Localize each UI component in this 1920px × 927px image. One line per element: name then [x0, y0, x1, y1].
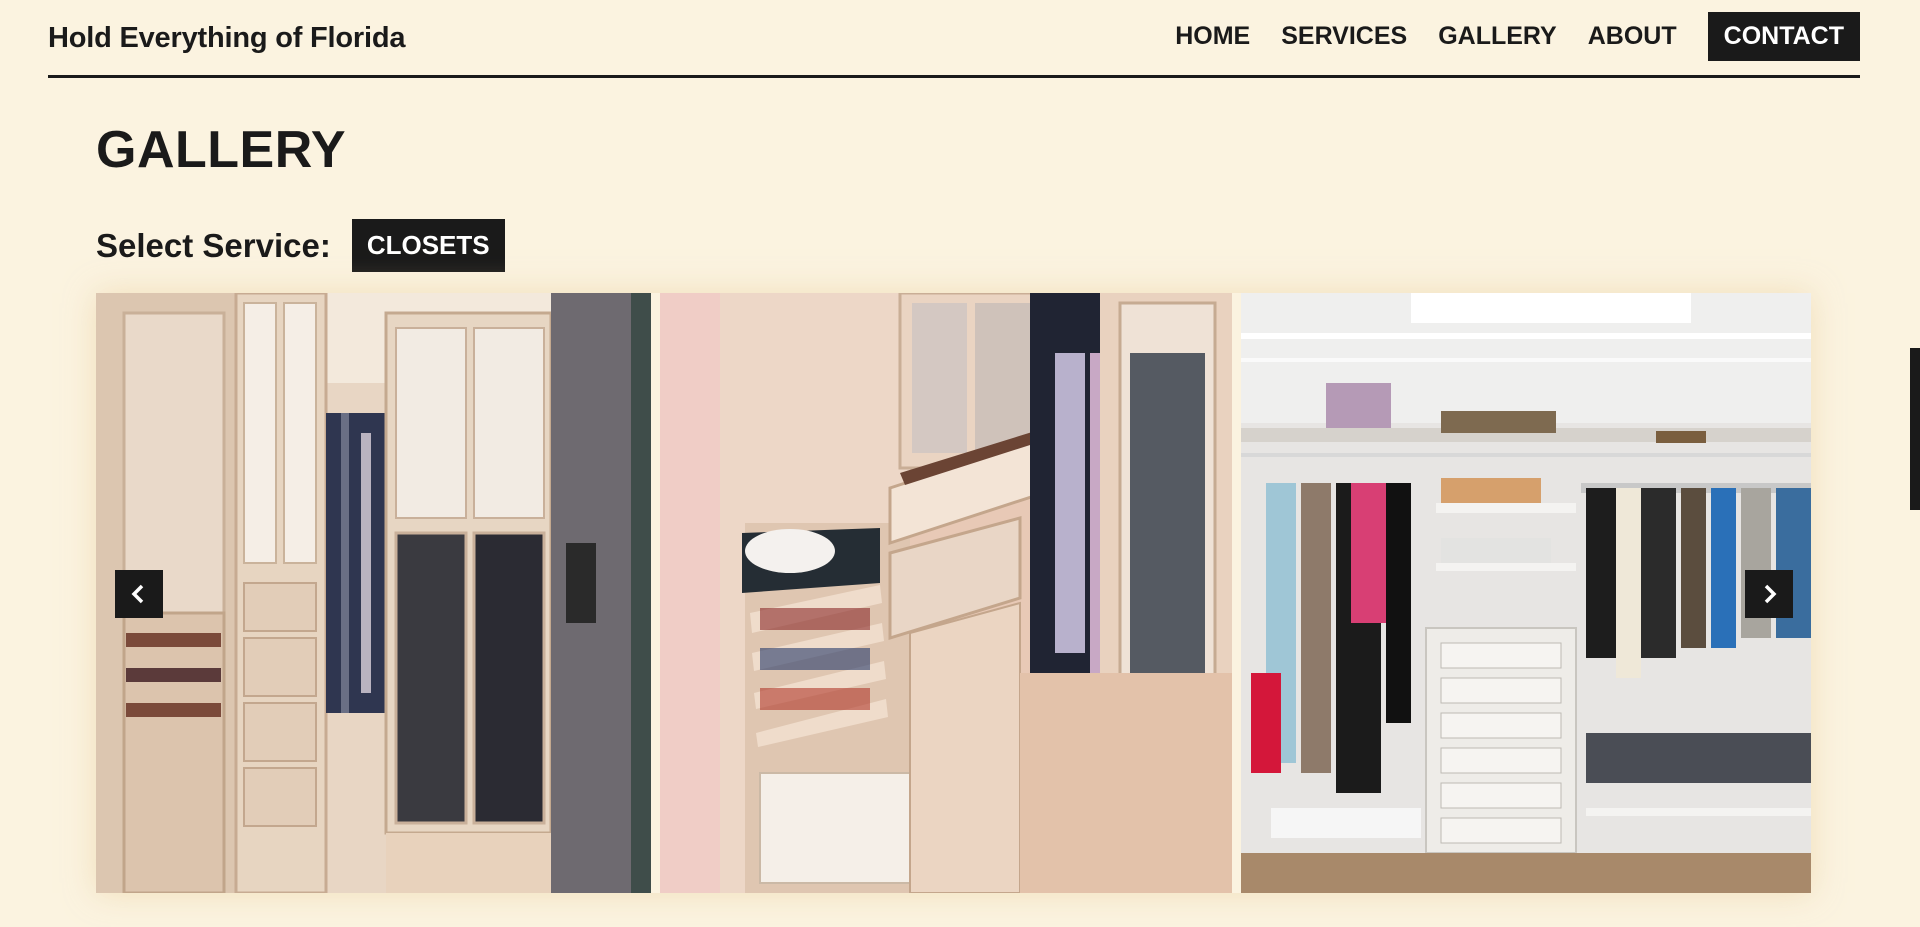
service-selector: Select Service: CLOSETS	[96, 219, 505, 272]
gallery-slide-3[interactable]	[1241, 293, 1811, 893]
gallery-slide-1[interactable]	[96, 293, 651, 893]
gallery-slide-2[interactable]	[660, 293, 1232, 893]
main-nav: HOME SERVICES GALLERY ABOUT CONTACT	[1144, 12, 1860, 61]
site-brand[interactable]: Hold Everything of Florida	[48, 22, 406, 55]
gallery-carousel	[96, 293, 1811, 893]
nav-home[interactable]: HOME	[1175, 12, 1250, 61]
chevron-left-icon	[131, 584, 144, 604]
nav-gallery[interactable]: GALLERY	[1438, 12, 1557, 61]
site-header: Hold Everything of Florida HOME SERVICES…	[48, 0, 1860, 78]
select-service-label: Select Service:	[96, 226, 331, 264]
carousel-prev-button[interactable]	[115, 570, 163, 618]
page-title: GALLERY	[96, 121, 347, 179]
carousel-next-button[interactable]	[1745, 570, 1793, 618]
nav-contact-button[interactable]: CONTACT	[1707, 12, 1860, 61]
nav-about[interactable]: ABOUT	[1588, 12, 1677, 61]
service-dropdown-button[interactable]: CLOSETS	[351, 219, 505, 272]
page-scrollbar-thumb[interactable]	[1910, 348, 1920, 510]
nav-services[interactable]: SERVICES	[1281, 12, 1407, 61]
chevron-right-icon	[1764, 584, 1777, 604]
